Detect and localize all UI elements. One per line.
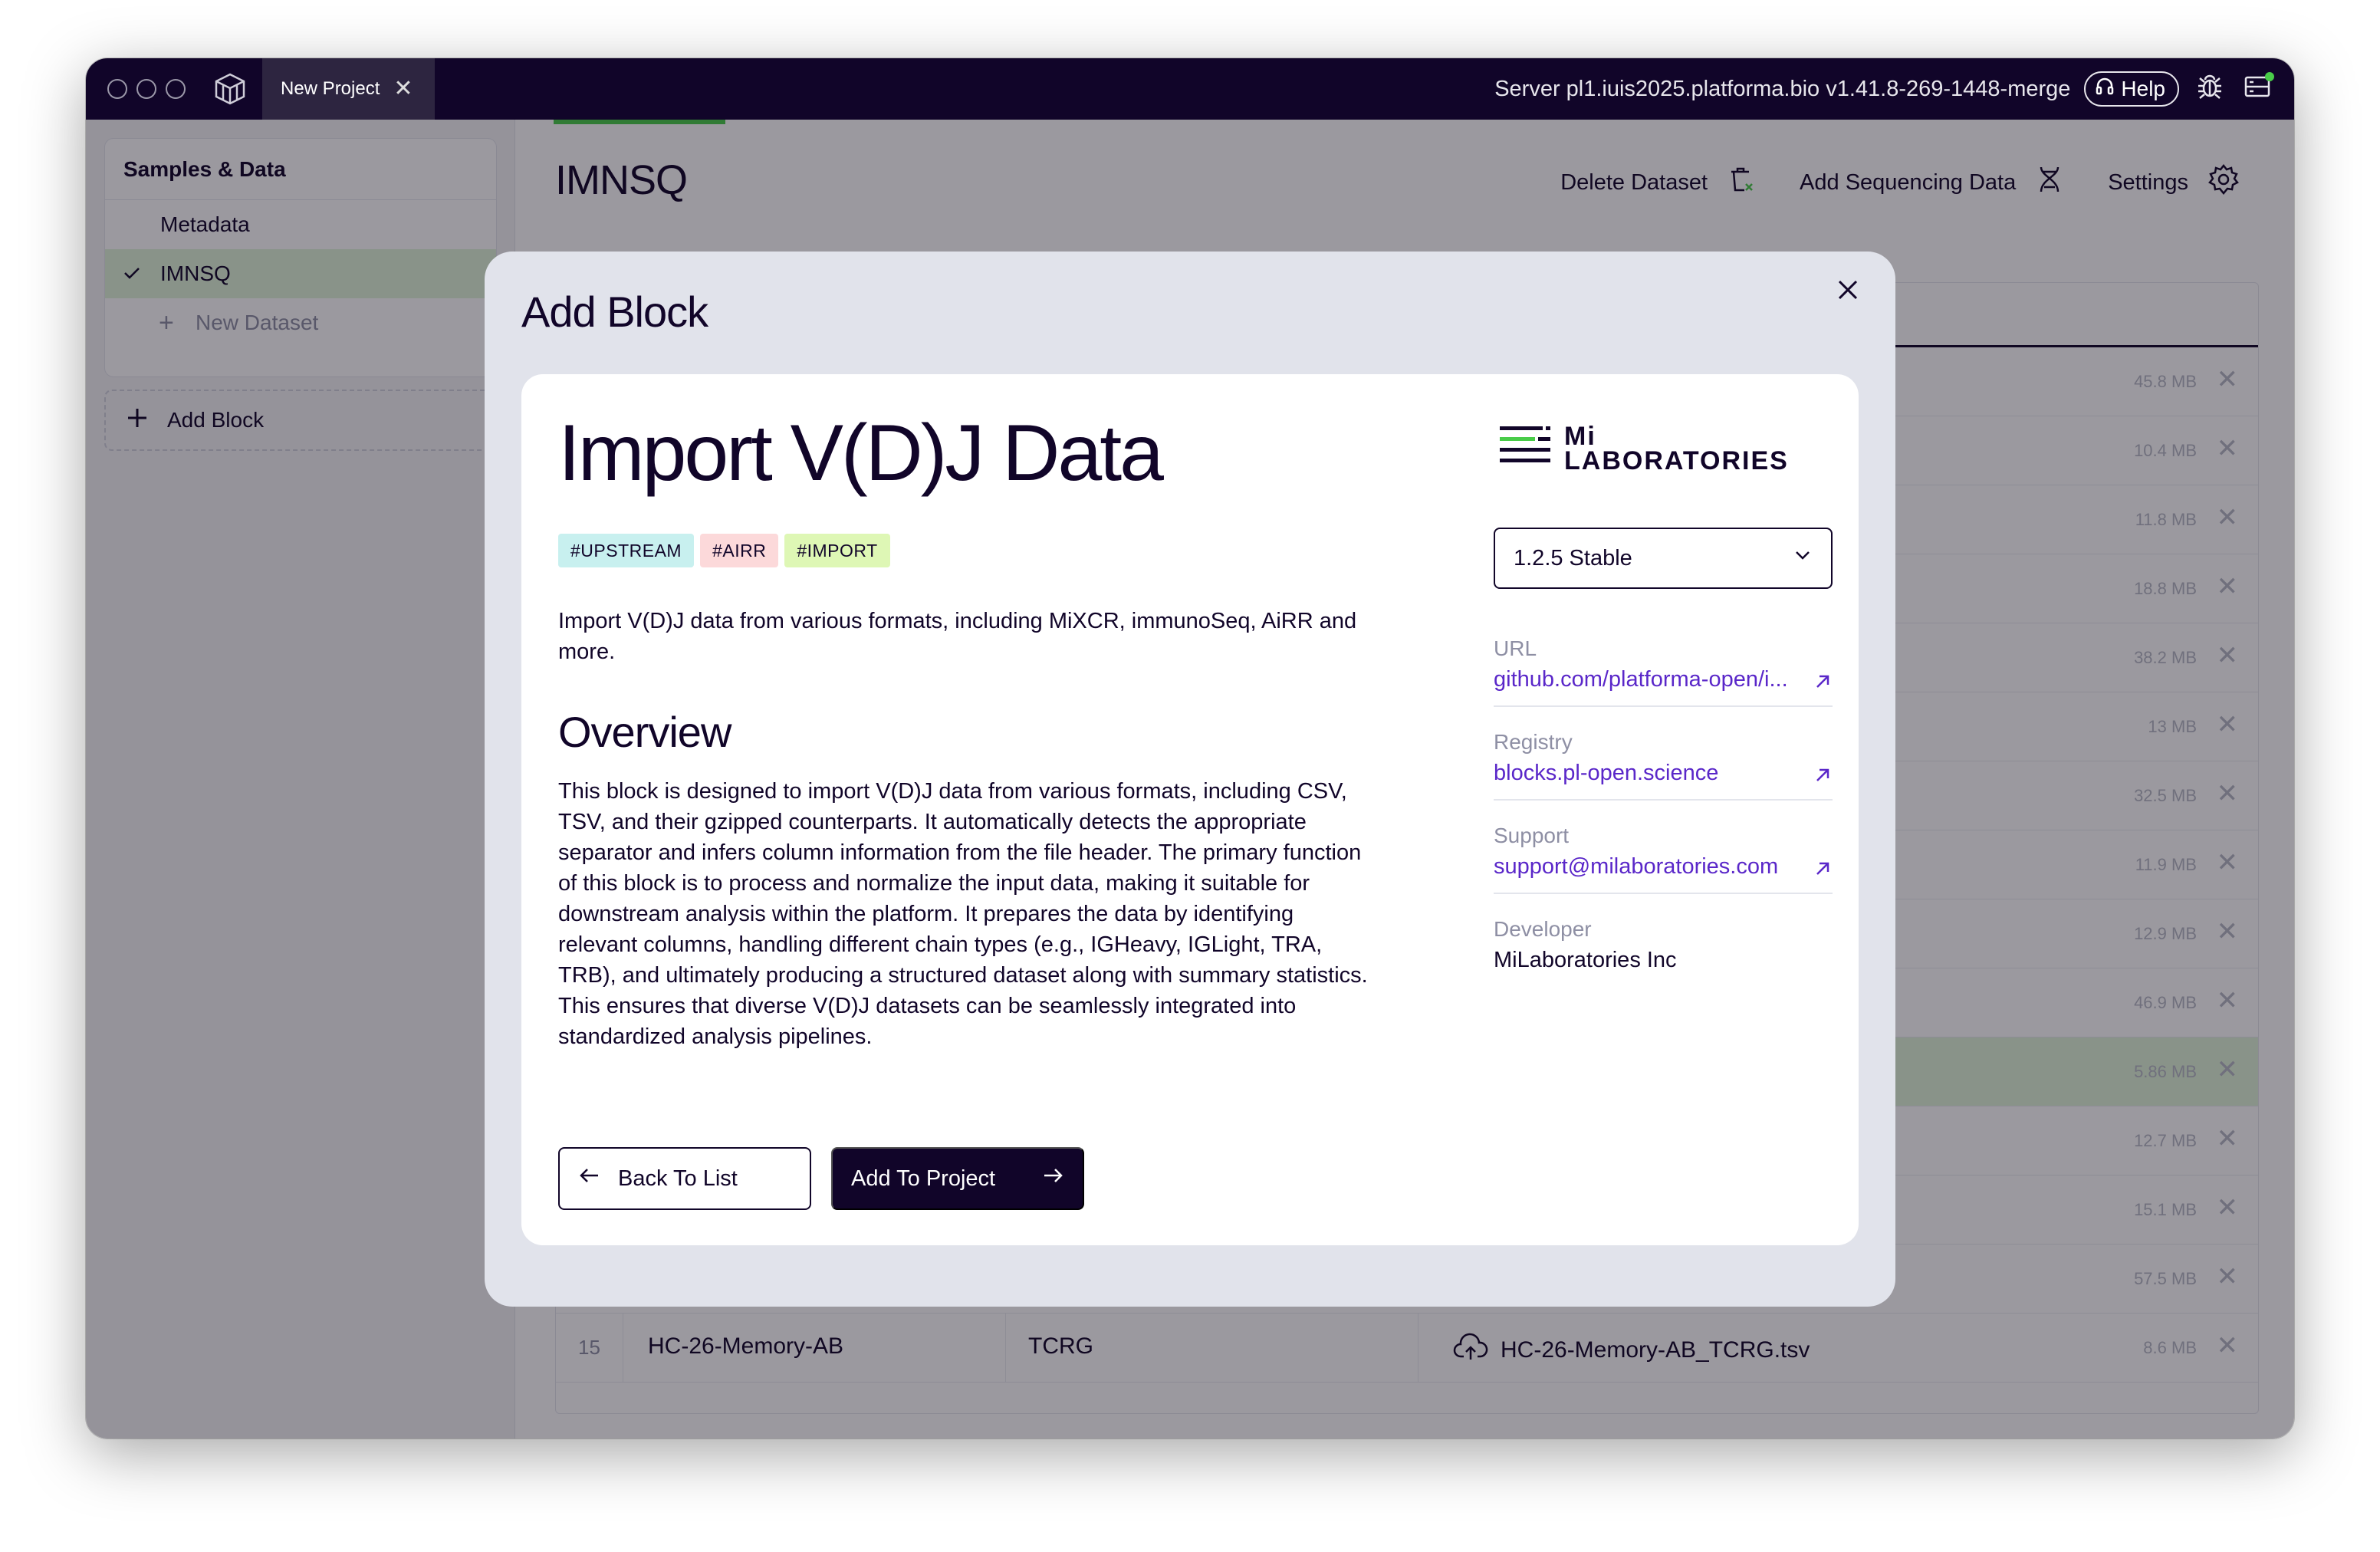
- overview-text: This block is designed to import V(D)J d…: [558, 779, 1368, 1049]
- tag-upstream[interactable]: #UPSTREAM: [558, 534, 695, 567]
- meta-label: Developer: [1494, 917, 1592, 941]
- close-window-button[interactable]: [107, 79, 127, 99]
- block-title: Import V(D)J Data: [558, 409, 1164, 498]
- server-online-indicator: [2265, 72, 2274, 81]
- title-bar: New Project ✕ Server pl1.iuis2025.platfo…: [86, 58, 2294, 120]
- support-email-link[interactable]: support@milaboratories.com: [1494, 851, 1808, 882]
- add-block-modal: Add Block Import V(D)J Data #UPSTREAM #A…: [485, 252, 1895, 1307]
- tag-airr[interactable]: #AIRR: [700, 534, 779, 567]
- external-link-icon[interactable]: [1813, 859, 1833, 883]
- tag-import[interactable]: #IMPORT: [784, 534, 890, 567]
- headset-icon: [2095, 77, 2115, 102]
- block-details-card: Import V(D)J Data #UPSTREAM #AIRR #IMPOR…: [521, 374, 1859, 1245]
- add-to-project-label: Add To Project: [851, 1166, 996, 1191]
- block-metadata: URL github.com/platforma-open/i... Regis…: [1494, 633, 1833, 1006]
- server-status-button[interactable]: [2240, 72, 2274, 106]
- overview-heading: Overview: [558, 708, 731, 756]
- close-icon: [1836, 278, 1859, 305]
- titlebar-right: Server pl1.iuis2025.platforma.bio v1.41.…: [1494, 71, 2274, 107]
- help-label: Help: [2121, 77, 2165, 100]
- window-controls: [107, 79, 186, 99]
- help-button[interactable]: Help: [2084, 71, 2179, 107]
- version-selected-value: 1.2.5 Stable: [1514, 545, 1632, 570]
- bug-icon: [2195, 71, 2224, 107]
- meta-label: Registry: [1494, 730, 1573, 754]
- tab-label: New Project: [281, 78, 380, 99]
- bug-report-button[interactable]: [2193, 72, 2227, 106]
- modal-title: Add Block: [521, 288, 708, 336]
- developer-name: MiLaboratories Inc: [1494, 948, 1677, 972]
- close-tab-icon[interactable]: ✕: [393, 77, 413, 100]
- close-modal-button[interactable]: [1831, 275, 1865, 308]
- vendor-wordmark: Mi LABORATORIES: [1564, 421, 1789, 475]
- vendor-line-2: LABORATORIES: [1564, 446, 1789, 475]
- meta-registry: Registry blocks.pl-open.science: [1494, 727, 1833, 801]
- meta-label: URL: [1494, 636, 1537, 660]
- minimize-window-button[interactable]: [136, 79, 156, 99]
- block-description: Import V(D)J data from various formats, …: [558, 609, 1357, 664]
- arrow-left-icon: [578, 1164, 601, 1193]
- milab-logo-icon: [1500, 423, 1552, 473]
- chevron-down-icon: [1793, 545, 1813, 571]
- app-window: New Project ✕ Server pl1.iuis2025.platfo…: [86, 58, 2294, 1439]
- server-info: Server pl1.iuis2025.platforma.bio v1.41.…: [1494, 76, 2071, 101]
- arrow-right-icon: [1041, 1164, 1064, 1193]
- external-link-icon[interactable]: [1813, 765, 1833, 789]
- version-select[interactable]: 1.2.5 Stable: [1494, 528, 1833, 589]
- tag-list: #UPSTREAM #AIRR #IMPORT: [558, 534, 890, 567]
- url-link[interactable]: github.com/platforma-open/i...: [1494, 664, 1808, 695]
- meta-url: URL github.com/platforma-open/i...: [1494, 633, 1833, 707]
- back-to-list-button[interactable]: Back To List: [558, 1147, 811, 1210]
- meta-label: Support: [1494, 824, 1570, 847]
- back-to-list-label: Back To List: [618, 1166, 738, 1191]
- vendor-logo: Mi LABORATORIES: [1500, 421, 1789, 475]
- meta-developer: Developer MiLaboratories Inc: [1494, 914, 1833, 986]
- external-link-icon[interactable]: [1813, 672, 1833, 695]
- tab-new-project[interactable]: New Project ✕: [262, 58, 435, 120]
- meta-support: Support support@milaboratories.com: [1494, 820, 1833, 894]
- maximize-window-button[interactable]: [166, 79, 186, 99]
- app-logo-icon: [212, 71, 248, 107]
- add-to-project-button[interactable]: Add To Project: [831, 1147, 1084, 1210]
- registry-link[interactable]: blocks.pl-open.science: [1494, 758, 1808, 788]
- vendor-line-1: Mi: [1564, 421, 1596, 451]
